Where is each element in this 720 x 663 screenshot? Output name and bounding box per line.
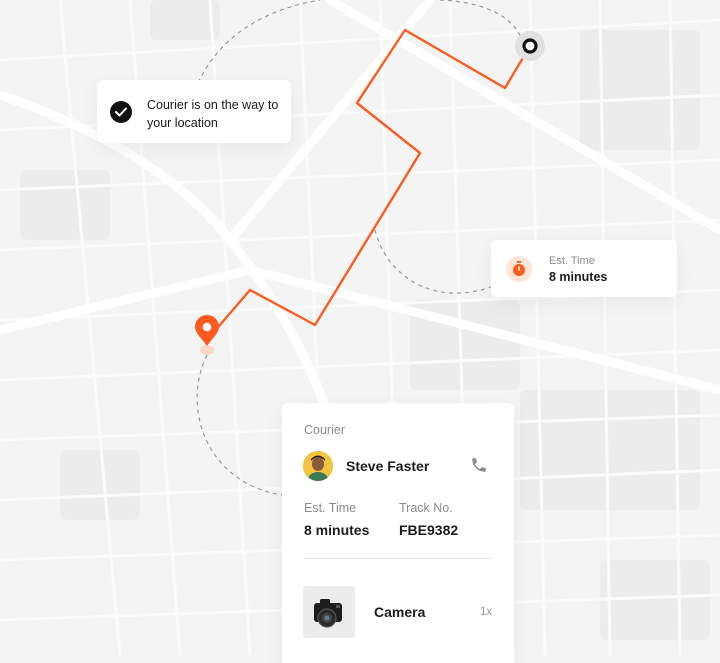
eta-label: Est. Time [549, 255, 595, 267]
phone-icon[interactable] [470, 456, 490, 476]
divider [304, 558, 492, 559]
stopwatch-icon [506, 256, 532, 282]
camera-icon [303, 586, 355, 638]
eta-bubble: Est. Time 8 minutes [491, 240, 677, 297]
check-circle-icon [110, 101, 132, 123]
est-time-label: Est. Time [304, 501, 357, 515]
item-quantity: 1x [480, 606, 493, 618]
status-message: Courier is on the way to your location [147, 98, 279, 130]
est-time-value: 8 minutes [304, 522, 370, 538]
destination-ring-icon[interactable] [515, 31, 545, 61]
courier-section-title: Courier [304, 423, 345, 437]
courier-panel: Courier Steve Faster Est. Time 8 minutes… [282, 403, 514, 663]
eta-value: 8 minutes [549, 270, 608, 284]
track-number-label: Track No. [399, 501, 453, 515]
courier-status-notice: Courier is on the way to your location [97, 80, 291, 143]
avatar [303, 451, 333, 481]
track-number-value: FBE9382 [399, 522, 459, 538]
item-name: Camera [374, 604, 426, 620]
courier-name: Steve Faster [346, 458, 430, 474]
